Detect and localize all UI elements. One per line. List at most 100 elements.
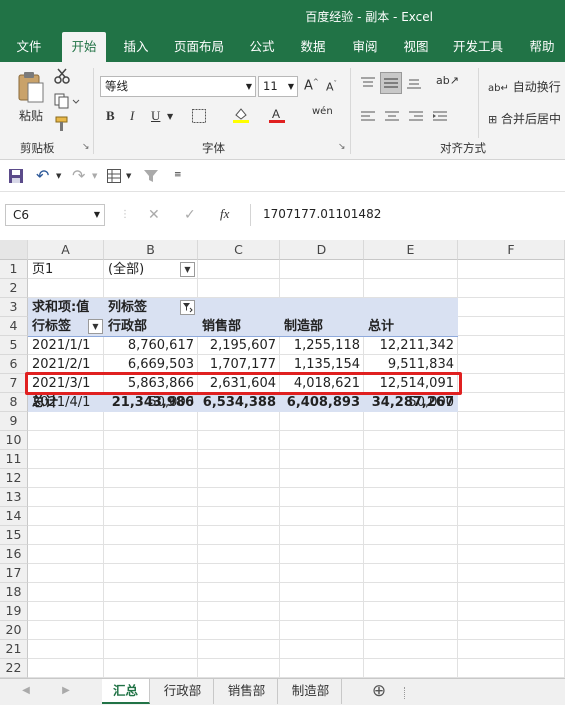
page-filter-dropdown[interactable]: ▼ [180,262,195,277]
total-cell[interactable]: 6,534,388 [198,393,280,412]
align-middle-icon[interactable] [380,72,402,94]
row-header[interactable]: 13 [0,488,28,507]
bold-button[interactable]: B [106,108,115,124]
font-launcher-icon[interactable]: ↘ [338,142,346,152]
chevron-down-icon[interactable]: ▼ [126,172,131,180]
row-header[interactable]: 5 [0,336,28,355]
insert-function-icon[interactable]: fx [220,206,229,222]
row-header[interactable]: 15 [0,526,28,545]
font-color-icon[interactable]: A [268,106,286,124]
font-name-select[interactable]: 等线 ▼ [100,76,256,97]
paste-button[interactable]: 粘贴 [14,70,48,126]
align-bottom-icon[interactable] [406,76,422,90]
scroll-right-icon[interactable]: ▶ [58,679,74,704]
row-header[interactable]: 17 [0,564,28,583]
column-header[interactable]: A [28,240,104,260]
copy-icon[interactable] [54,93,82,109]
merge-center-button[interactable]: ⊞ 合并后居中 [488,110,561,127]
column-header[interactable]: F [458,240,565,260]
row-header[interactable]: 2 [0,279,28,298]
chevron-down-icon[interactable]: ▼ [167,112,173,121]
row-header[interactable]: 20 [0,621,28,640]
row-header[interactable]: 16 [0,545,28,564]
row-filter-dropdown[interactable]: ▼ [88,319,103,334]
tab-2[interactable]: 插入 [114,32,158,62]
row-header[interactable]: 1 [0,260,28,279]
align-top-icon[interactable] [360,76,376,90]
filter-icon[interactable] [142,167,160,185]
tab-4[interactable]: 公式 [242,32,282,62]
row-header[interactable]: 7 [0,374,28,393]
border-icon[interactable] [191,108,207,124]
total-cell[interactable]: 21,343,986 [104,393,198,412]
sheet-tab[interactable]: 销售部 [216,679,278,704]
underline-button[interactable]: U [151,108,160,124]
row-header[interactable]: 18 [0,583,28,602]
tab-8[interactable]: 开发工具 [446,32,510,62]
clipboard-launcher-icon[interactable]: ↘ [82,142,90,152]
formula-input[interactable]: 1707177.01101482 [250,204,565,226]
row-header[interactable]: 8 [0,393,28,412]
format-painter-icon[interactable] [54,116,70,132]
cancel-icon[interactable]: ✕ [148,207,160,223]
column-header[interactable]: E [364,240,458,260]
chevron-down-icon[interactable]: ▼ [92,172,97,180]
row-header[interactable]: 19 [0,602,28,621]
tab-7[interactable]: 视图 [396,32,436,62]
row-header[interactable]: 6 [0,355,28,374]
row-header[interactable]: 4 [0,317,28,336]
add-sheet-icon[interactable]: ⊕ [366,679,392,704]
column-header[interactable]: B [104,240,198,260]
italic-button[interactable]: I [130,108,134,124]
column-filter-icon[interactable] [180,300,195,315]
tab-3[interactable]: 页面布局 [168,32,230,62]
tab-6[interactable]: 审阅 [344,32,386,62]
decrease-font-icon[interactable]: Aˇ [326,80,337,94]
sheet-tab[interactable]: 行政部 [152,679,214,704]
row-header[interactable]: 9 [0,412,28,431]
tab-splitter[interactable] [404,687,406,699]
redo-icon[interactable]: ↷ [72,166,85,185]
cut-icon[interactable] [54,68,70,84]
scroll-left-icon[interactable]: ◀ [18,679,34,704]
align-right-icon[interactable] [408,110,424,124]
value-cell[interactable]: 1,255,118 [280,336,364,355]
sheet-tab[interactable]: 制造部 [280,679,342,704]
fill-color-icon[interactable] [232,106,250,124]
wrap-text-button[interactable]: ab↵ 自动换行 [488,78,561,95]
row-header[interactable]: 12 [0,469,28,488]
increase-font-icon[interactable]: A^ [304,78,319,93]
value-cell[interactable]: 12,211,342 [364,336,458,355]
row-label-cell[interactable]: 2021/1/1 [28,336,104,355]
align-center-icon[interactable] [384,110,400,124]
row-header[interactable]: 3 [0,298,28,317]
name-box[interactable]: C6 ▼ [5,204,105,226]
enter-icon[interactable]: ✓ [184,207,196,223]
tab-1[interactable]: 开始 [62,32,106,62]
save-icon[interactable] [8,168,24,184]
orientation-icon[interactable]: ab↗ [436,74,459,87]
tab-5[interactable]: 数据 [292,32,334,62]
value-cell[interactable]: 8,760,617 [104,336,198,355]
sheet-tab[interactable]: 汇总 [102,679,150,704]
font-size-select[interactable]: 11 ▼ [258,76,298,97]
total-cell[interactable]: 34,287,267 [364,393,458,412]
customize-qat-icon[interactable]: ≡ [174,170,182,180]
tab-0[interactable]: 文件 [6,32,52,62]
column-header[interactable]: D [280,240,364,260]
tab-9[interactable]: 帮助 [522,32,562,62]
total-cell[interactable]: 6,408,893 [280,393,364,412]
phonetic-icon[interactable]: wén [312,106,333,117]
form-icon[interactable] [106,168,122,184]
indent-icon[interactable] [432,110,448,124]
row-header[interactable]: 14 [0,507,28,526]
value-cell[interactable]: 2,195,607 [198,336,280,355]
row-header[interactable]: 10 [0,431,28,450]
column-header[interactable]: C [198,240,280,260]
undo-icon[interactable]: ↶ [36,166,49,185]
row-header[interactable]: 21 [0,640,28,659]
align-left-icon[interactable] [360,110,376,124]
row-header[interactable]: 22 [0,659,28,678]
row-header[interactable]: 11 [0,450,28,469]
chevron-down-icon[interactable]: ▼ [56,172,61,180]
